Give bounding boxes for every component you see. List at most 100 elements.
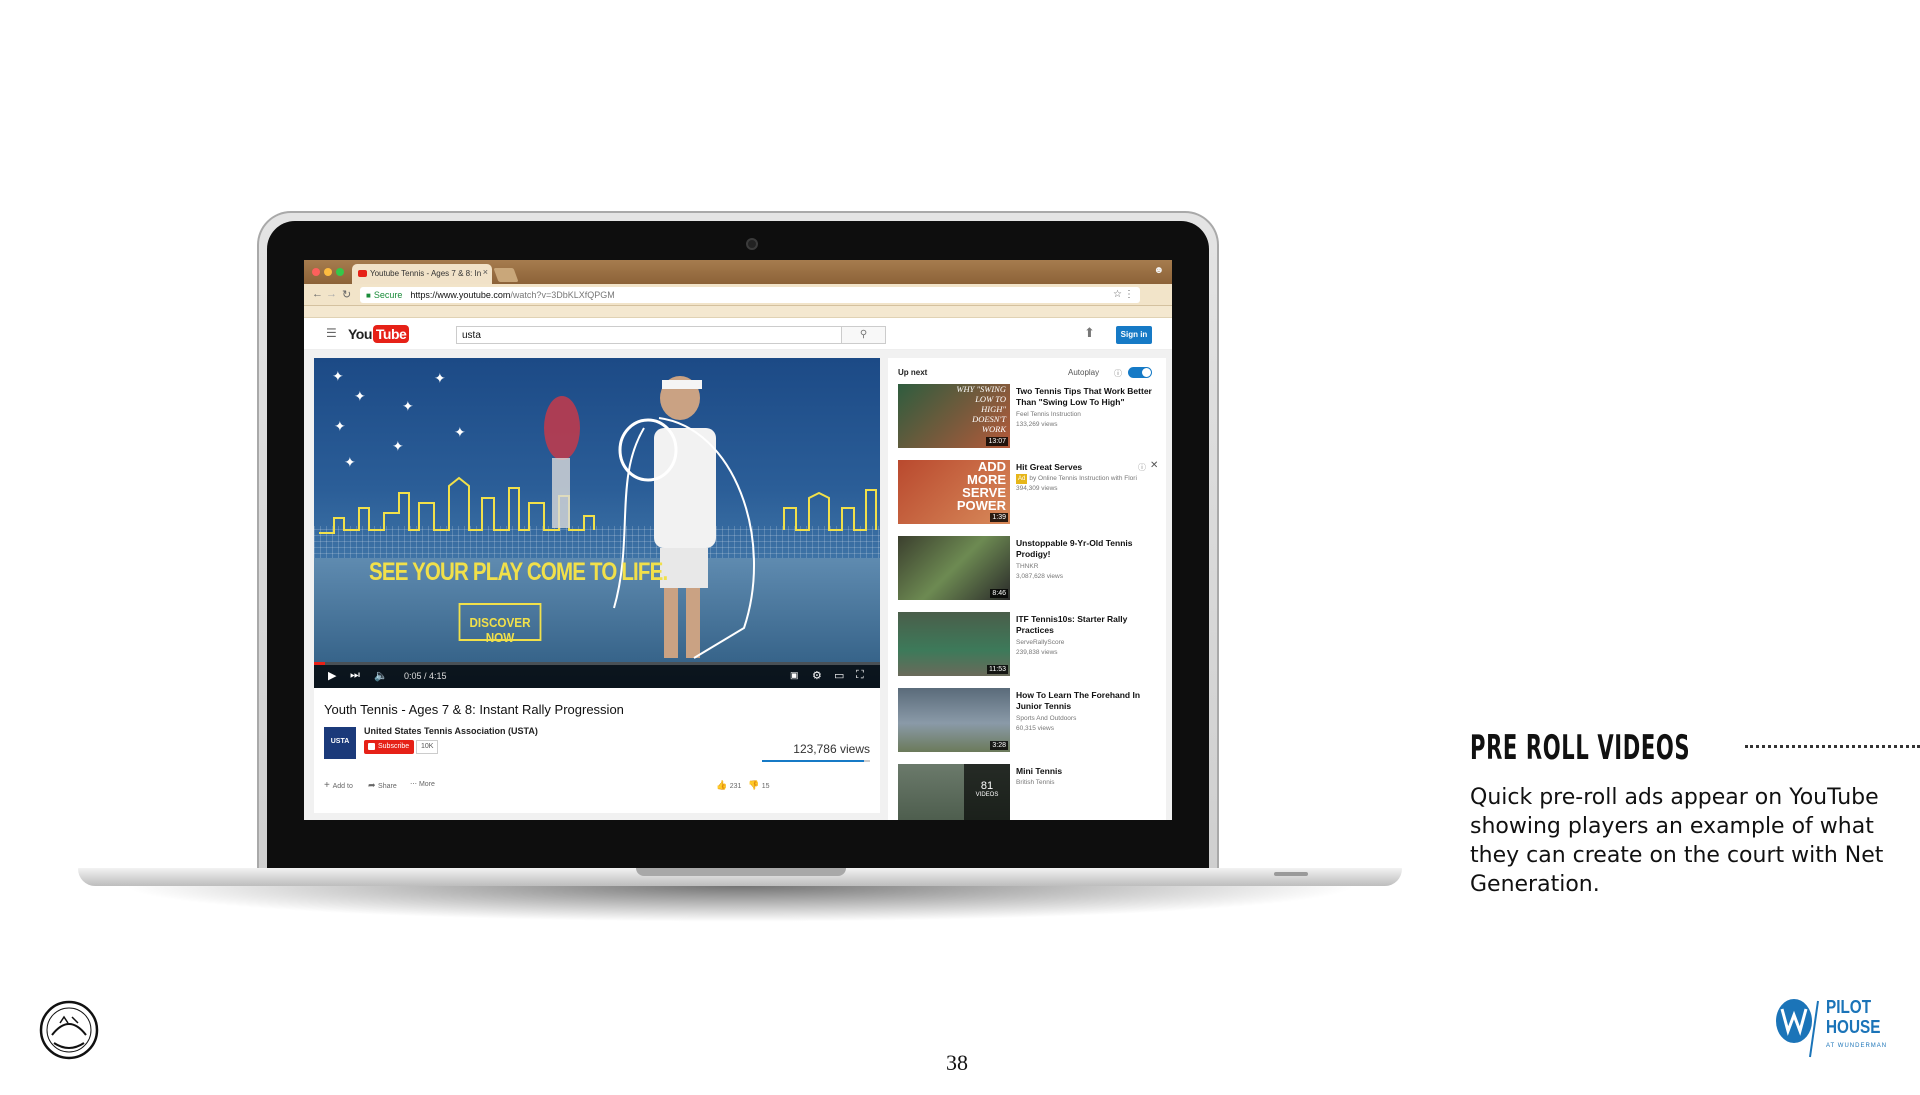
settings-gear-icon[interactable]: ⚙ bbox=[812, 669, 822, 682]
net-generation-logo bbox=[39, 1000, 99, 1060]
channel-name[interactable]: United States Tennis Association (USTA) bbox=[364, 726, 538, 736]
recommendation-title[interactable]: Mini Tennis bbox=[1016, 766, 1156, 777]
recommendation-item[interactable]: 3:28 How To Learn The Forehand In Junior… bbox=[898, 688, 1160, 754]
video-thumbnail[interactable]: ADD MORE SERVE POWER 1:39 bbox=[898, 460, 1010, 524]
maximize-window-button[interactable] bbox=[336, 268, 344, 276]
player-controls: ▶ ⏭ 🔈 0:05 / 4:15 ▣ ⚙ ▭ ⛶ bbox=[314, 662, 880, 688]
ad-info-icon[interactable]: ⓘ bbox=[1138, 462, 1146, 473]
video-thumbnail[interactable]: 8:46 bbox=[898, 536, 1010, 600]
reload-icon[interactable]: ↻ bbox=[342, 288, 351, 301]
recommendation-title[interactable]: How To Learn The Forehand In Junior Tenn… bbox=[1016, 690, 1156, 712]
video-thumbnail[interactable]: 11:53 bbox=[898, 612, 1010, 676]
recommendation-item[interactable]: 8:46 Unstoppable 9-Yr-Old Tennis Prodigy… bbox=[898, 536, 1160, 602]
video-player[interactable]: ✦ ✦ ✦ ✦ ✦ ✦ ✦ ✦ SEE YOUR PLAY COME TO LI… bbox=[314, 358, 880, 688]
subscribe-button[interactable]: Subscribe bbox=[364, 740, 415, 754]
volume-icon[interactable]: 🔈 bbox=[374, 669, 388, 682]
recommendation-title[interactable]: Hit Great Serves bbox=[1016, 462, 1156, 473]
youtube-logo-tube: Tube bbox=[372, 325, 410, 343]
recommendation-channel: THNKR bbox=[1016, 563, 1039, 570]
play-icon[interactable]: ▶ bbox=[328, 669, 336, 682]
search-input[interactable]: usta bbox=[456, 326, 842, 344]
dislike-button[interactable]: 👎 15 bbox=[748, 780, 770, 791]
share-icon: ➦ bbox=[368, 780, 379, 790]
hamburger-menu-icon[interactable]: ☰ bbox=[326, 326, 337, 340]
recommendation-playlist-item[interactable]: 81 VIDEOS Mini Tennis British Tennis bbox=[898, 764, 1160, 820]
close-window-button[interactable] bbox=[312, 268, 320, 276]
share-button[interactable]: ➦ Share bbox=[368, 780, 397, 791]
add-to-button[interactable]: + Add to bbox=[324, 780, 353, 791]
discover-now-button[interactable]: DISCOVER NOW bbox=[458, 603, 542, 645]
next-icon[interactable]: ⏭ bbox=[350, 669, 360, 682]
search-icon: ⚲ bbox=[859, 329, 868, 340]
channel-avatar[interactable]: USTA bbox=[324, 727, 356, 759]
like-count: 231 bbox=[729, 783, 742, 790]
ad-badge: Ad bbox=[1016, 474, 1028, 484]
youtube-logo[interactable]: You Tube bbox=[348, 324, 410, 344]
video-thumbnail[interactable]: 81 VIDEOS bbox=[898, 764, 1010, 820]
toggle-knob bbox=[1142, 368, 1151, 377]
video-thumbnail[interactable]: WHY "SWING LOW TO HIGH" DOESN'T WORK 13:… bbox=[898, 384, 1010, 448]
forward-arrow-icon[interactable]: → bbox=[326, 288, 337, 300]
upload-icon[interactable]: ⬆ bbox=[1084, 325, 1095, 341]
tab-close-icon[interactable]: × bbox=[483, 267, 488, 277]
back-arrow-icon[interactable]: ← bbox=[312, 288, 323, 300]
more-label: More bbox=[418, 781, 435, 788]
theater-mode-icon[interactable]: ▭ bbox=[834, 669, 844, 682]
playlist-count: 81 VIDEOS bbox=[964, 764, 1010, 820]
recommendation-views: 394,309 views bbox=[1016, 485, 1058, 492]
house-line: HOUSE bbox=[1826, 1017, 1881, 1037]
recommendation-item[interactable]: 11:53 ITF Tennis10s: Starter Rally Pract… bbox=[898, 612, 1160, 678]
laptop-shadow bbox=[120, 886, 1360, 922]
recommendation-views: 239,838 views bbox=[1016, 649, 1058, 656]
recommendation-item[interactable]: WHY "SWING LOW TO HIGH" DOESN'T WORK 13:… bbox=[898, 384, 1160, 450]
minimize-window-button[interactable] bbox=[324, 268, 332, 276]
recommendation-channel: ServeRallyScore bbox=[1016, 639, 1065, 646]
recommendation-ad-item[interactable]: ADD MORE SERVE POWER 1:39 Hit Great Serv… bbox=[898, 460, 1160, 526]
fullscreen-icon[interactable]: ⛶ bbox=[856, 669, 864, 682]
like-button[interactable]: 👍 231 bbox=[716, 780, 741, 791]
pilot-line: PILOT bbox=[1826, 997, 1872, 1017]
recommendation-title[interactable]: Unstoppable 9-Yr-Old Tennis Prodigy! bbox=[1016, 538, 1156, 560]
thumbnail-caption: ADD MORE SERVE POWER bbox=[956, 460, 1006, 513]
pilot-house-wordmark: PILOT HOUSE bbox=[1826, 997, 1880, 1037]
add-to-label: Add to bbox=[332, 783, 353, 790]
profile-icon[interactable]: ☻ bbox=[1153, 265, 1164, 276]
close-icon[interactable]: ✕ bbox=[1150, 460, 1158, 471]
playlist-count-label: VIDEOS bbox=[975, 792, 999, 798]
browser-menu-icon[interactable]: ⋮ bbox=[1124, 289, 1134, 300]
browser-tab[interactable]: Youtube Tennis - Ages 7 & 8: In × bbox=[352, 264, 492, 284]
recommendation-views: 60,315 views bbox=[1016, 725, 1054, 732]
captions-icon[interactable]: ▣ bbox=[790, 670, 799, 681]
lock-icon: ■ bbox=[366, 291, 371, 300]
ad-headline: SEE YOUR PLAY COME TO LIFE. bbox=[369, 558, 668, 586]
share-label: Share bbox=[378, 783, 397, 790]
pilot-house-logo: PILOT HOUSE AT WUNDERMAN bbox=[1774, 997, 1894, 1059]
recommendation-title[interactable]: ITF Tennis10s: Starter Rally Practices bbox=[1016, 614, 1156, 636]
recommendation-title[interactable]: Two Tennis Tips That Work Better Than "S… bbox=[1016, 386, 1156, 408]
more-button[interactable]: ⋯ More bbox=[410, 780, 435, 788]
progress-bar[interactable] bbox=[314, 662, 880, 665]
youtube-header: ☰ You Tube usta ⚲ ⬆ Sign in bbox=[304, 318, 1172, 350]
new-tab-button[interactable] bbox=[493, 268, 519, 282]
recommendation-channel: Feel Tennis Instruction bbox=[1016, 411, 1081, 418]
laptop-notch bbox=[636, 868, 846, 876]
progress-fill bbox=[314, 662, 326, 665]
autoplay-toggle[interactable] bbox=[1128, 367, 1152, 378]
url-path: /watch?v=3DbKLXfQPGM bbox=[510, 290, 615, 300]
like-ratio-bar bbox=[762, 760, 870, 762]
thumbnail-caption: WHY "SWING LOW TO HIGH" DOESN'T WORK bbox=[956, 384, 1006, 434]
plus-icon: + bbox=[324, 780, 333, 791]
dotted-rule bbox=[1745, 745, 1920, 748]
sign-in-button[interactable]: Sign in bbox=[1116, 326, 1152, 344]
video-thumbnail[interactable]: 3:28 bbox=[898, 688, 1010, 752]
url-host: https://www.youtube.com bbox=[410, 290, 511, 300]
page-number: 38 bbox=[946, 1050, 968, 1075]
bookmark-star-icon[interactable]: ☆ bbox=[1113, 289, 1122, 300]
video-title: Youth Tennis - Ages 7 & 8: Instant Rally… bbox=[324, 702, 624, 717]
info-icon[interactable]: ⓘ bbox=[1114, 368, 1122, 379]
up-next-sidebar: Up next Autoplay ⓘ WHY "SWING LOW TO HIG… bbox=[888, 358, 1166, 820]
laptop-base bbox=[78, 868, 1402, 886]
recommendation-views: 133,269 views bbox=[1016, 421, 1058, 428]
address-bar[interactable]: ■ Secure https://www.youtube.com/watch?v=3… bbox=[360, 287, 1140, 303]
search-button[interactable]: ⚲ bbox=[842, 326, 886, 344]
